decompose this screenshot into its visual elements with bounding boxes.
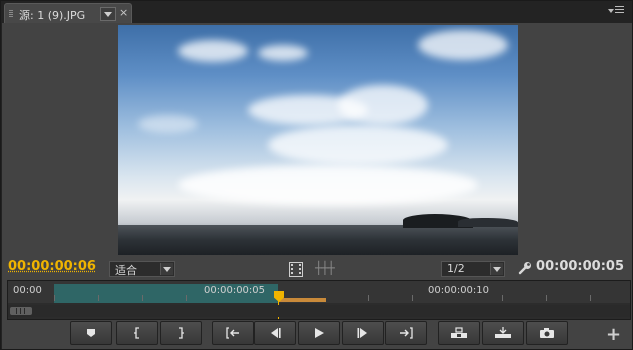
go-to-out-button[interactable] [385, 321, 427, 345]
mark-in-button[interactable] [116, 321, 158, 345]
source-monitor-panel: 源: 1 (9).JPG × 00:00:00:06 适合 ┼┼┼ 1/2 00… [0, 0, 633, 350]
overwrite-button[interactable] [482, 321, 524, 345]
go-to-out-icon [400, 327, 413, 339]
panel-menu-icon[interactable] [608, 5, 626, 17]
go-to-in-button[interactable] [212, 321, 254, 345]
play-stop-button[interactable] [298, 321, 340, 345]
step-back-icon [271, 328, 281, 338]
insert-icon [451, 327, 467, 338]
source-tab-label: 源: 1 (9).JPG [19, 9, 86, 22]
export-frame-button[interactable] [526, 321, 568, 345]
step-forward-button[interactable] [342, 321, 384, 345]
source-dropdown-button[interactable] [100, 7, 116, 21]
zoom-select[interactable]: 适合 [109, 261, 175, 277]
panel-tab-bar: 源: 1 (9).JPG × [1, 1, 632, 24]
step-forward-icon [357, 328, 367, 338]
wrench-icon[interactable] [518, 261, 532, 275]
resolution-select[interactable]: 1/2 [441, 261, 505, 277]
ruler-label: 00:00:00:10 [428, 285, 490, 296]
duration-timecode: 00:00:00:05 [536, 259, 624, 274]
source-tab[interactable]: 源: 1 (9).JPG × [4, 3, 132, 24]
current-timecode[interactable]: 00:00:00:06 [8, 259, 96, 274]
timeline-scrollbar[interactable] [8, 305, 630, 317]
island-shape [458, 218, 518, 227]
scrollbar-thumb[interactable] [10, 307, 32, 315]
zoom-select-value: 适合 [115, 264, 137, 277]
mark-out-button[interactable] [160, 321, 202, 345]
mark-in-icon [134, 327, 139, 339]
time-ruler[interactable]: 00:00 00:00:00:05 00:00:00:10 [8, 281, 630, 303]
close-icon[interactable]: × [119, 6, 128, 19]
monitor-controls-row: 00:00:00:06 适合 ┼┼┼ 1/2 00:00:00:05 [2, 257, 632, 279]
ruler-label: 00:00 [13, 285, 42, 296]
film-icon[interactable] [289, 262, 303, 277]
audio-waveform-icon[interactable]: ┼┼┼ [315, 261, 335, 275]
mark-out-icon [179, 327, 184, 339]
transport-controls: + [2, 321, 632, 345]
insert-button[interactable] [438, 321, 480, 345]
play-icon [315, 328, 324, 338]
chevron-down-icon[interactable] [490, 263, 503, 275]
marker-icon [87, 329, 95, 337]
add-marker-button[interactable] [70, 321, 112, 345]
step-back-button[interactable] [254, 321, 296, 345]
work-area-bar[interactable] [278, 298, 326, 302]
add-button-icon[interactable]: + [606, 324, 621, 345]
video-preview[interactable] [118, 25, 518, 255]
overwrite-icon [495, 327, 511, 338]
ruler-label: 00:00:00:05 [204, 285, 266, 296]
mini-timeline[interactable]: 00:00 00:00:00:05 00:00:00:10 [7, 280, 631, 320]
chevron-down-icon[interactable] [160, 263, 173, 275]
sea-area [118, 225, 518, 255]
camera-icon [540, 328, 554, 338]
monitor-content: 00:00:00:06 适合 ┼┼┼ 1/2 00:00:00:05 00:00… [2, 23, 632, 349]
resolution-select-value: 1/2 [447, 262, 465, 275]
go-to-in-icon [226, 327, 239, 339]
grip-icon[interactable] [9, 10, 13, 19]
